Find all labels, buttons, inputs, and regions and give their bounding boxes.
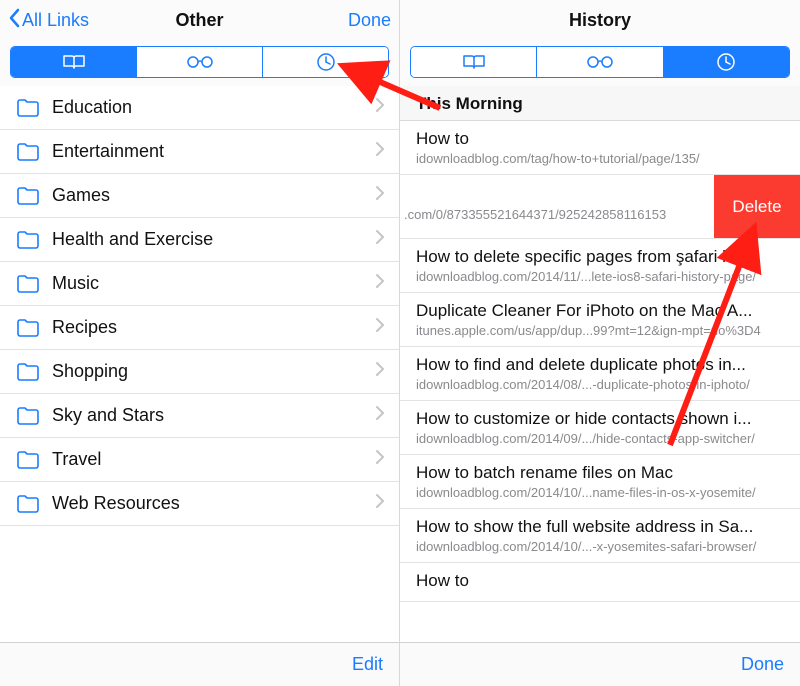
history-url: idownloadblog.com/2014/09/.../hide-conta… — [416, 431, 786, 446]
folder-icon — [16, 494, 44, 514]
back-label: All Links — [22, 10, 89, 31]
folder-label: Travel — [44, 449, 375, 470]
chevron-right-icon — [375, 97, 385, 118]
left-segmented-control — [10, 46, 389, 78]
folder-label: Education — [44, 97, 375, 118]
bookmarks-pane: All Links Other Done — [0, 0, 400, 686]
history-title: How to — [416, 571, 786, 591]
segment-readinglist[interactable] — [136, 47, 262, 77]
chevron-right-icon — [375, 229, 385, 250]
history-section-header: This Morning — [400, 86, 800, 121]
history-title: Duplicate Cleaner For iPhoto on the Mac … — [416, 301, 786, 321]
back-chevron-icon — [8, 8, 20, 33]
right-segmented-wrap — [400, 40, 800, 86]
folder-icon — [16, 450, 44, 470]
history-row[interactable]: How to delete specific pages from şafari… — [400, 239, 800, 293]
bookmark-folder-row[interactable]: Music — [0, 262, 399, 306]
history-row[interactable]: Duplicate Cleaner For iPhoto on the Mac … — [400, 293, 800, 347]
glasses-icon — [585, 55, 615, 69]
clock-icon — [716, 52, 736, 72]
folder-label: Shopping — [44, 361, 375, 382]
bookmark-folder-row[interactable]: Web Resources — [0, 482, 399, 526]
chevron-right-icon — [375, 185, 385, 206]
folder-icon — [16, 98, 44, 118]
bookmarks-list[interactable]: Education Entertainment Games Health and Ex… — [0, 86, 399, 642]
segment-history[interactable] — [663, 47, 789, 77]
delete-button[interactable]: Delete — [714, 175, 800, 238]
left-segmented-wrap — [0, 40, 399, 86]
folder-label: Sky and Stars — [44, 405, 375, 426]
folder-icon — [16, 318, 44, 338]
bookmarks-icon — [61, 53, 87, 71]
back-button[interactable]: All Links — [8, 8, 89, 33]
bookmark-folder-row[interactable]: Entertainment — [0, 130, 399, 174]
folder-label: Web Resources — [44, 493, 375, 514]
folder-icon — [16, 362, 44, 382]
right-toolbar: Done — [400, 642, 800, 686]
history-row[interactable]: How to customize or hide contacts shown … — [400, 401, 800, 455]
history-list[interactable]: This Morning How to idownloadblog.com/tag… — [400, 86, 800, 642]
history-row[interactable]: How to find and delete duplicate photos … — [400, 347, 800, 401]
chevron-right-icon — [375, 317, 385, 338]
folder-label: Recipes — [44, 317, 375, 338]
history-title: How to delete specific pages from şafari… — [416, 247, 786, 267]
segment-bookmarks[interactable] — [11, 47, 136, 77]
history-url: idownloadblog.com/2014/10/...name-files-… — [416, 485, 786, 500]
chevron-right-icon — [375, 141, 385, 162]
segment-bookmarks[interactable] — [411, 47, 536, 77]
right-done-button[interactable]: Done — [741, 654, 784, 675]
history-row[interactable]: How to show the full website address in … — [400, 509, 800, 563]
folder-icon — [16, 230, 44, 250]
bookmark-folder-row[interactable]: Health and Exercise — [0, 218, 399, 262]
history-url: idownloadblog.com/tag/how-to+tutorial/pa… — [416, 151, 786, 166]
folder-icon — [16, 406, 44, 426]
right-page-title: History — [400, 10, 800, 31]
history-pane: History — [400, 0, 800, 686]
history-row[interactable]: How to batch rename files on Mac idownloa… — [400, 455, 800, 509]
bookmark-folder-row[interactable]: Travel — [0, 438, 399, 482]
bookmark-folder-row[interactable]: Recipes — [0, 306, 399, 350]
folder-icon — [16, 274, 44, 294]
history-title: How to find and delete duplicate photos … — [416, 355, 786, 375]
history-url: idownloadblog.com/2014/08/...-duplicate-… — [416, 377, 786, 392]
left-toolbar: Edit — [0, 642, 399, 686]
edit-button[interactable]: Edit — [352, 654, 383, 675]
bookmark-folder-row[interactable]: Shopping — [0, 350, 399, 394]
left-done-button[interactable]: Done — [348, 10, 391, 31]
left-navbar: All Links Other Done — [0, 0, 399, 40]
glasses-icon — [185, 55, 215, 69]
bookmark-folder-row[interactable]: Education — [0, 86, 399, 130]
history-url: idownloadblog.com/2014/10/...-x-yosemite… — [416, 539, 786, 554]
chevron-right-icon — [375, 493, 385, 514]
bookmark-folder-row[interactable]: Games — [0, 174, 399, 218]
right-segmented-control — [410, 46, 790, 78]
chevron-right-icon — [375, 361, 385, 382]
history-title: How to — [416, 129, 786, 149]
history-row[interactable]: How to — [400, 563, 800, 602]
history-row[interactable]: .com/0/873355521644371/925242858116153De… — [400, 175, 800, 239]
folder-label: Music — [44, 273, 375, 294]
history-url: idownloadblog.com/2014/11/...lete-ios8-s… — [416, 269, 786, 284]
bookmarks-icon — [461, 53, 487, 71]
history-url: itunes.apple.com/us/app/dup...99?mt=12&i… — [416, 323, 786, 338]
right-navbar: History — [400, 0, 800, 40]
bookmark-folder-row[interactable]: Sky and Stars — [0, 394, 399, 438]
folder-icon — [16, 186, 44, 206]
history-title: How to customize or hide contacts shown … — [416, 409, 786, 429]
folder-label: Health and Exercise — [44, 229, 375, 250]
history-title: How to show the full website address in … — [416, 517, 786, 537]
folder-label: Entertainment — [44, 141, 375, 162]
chevron-right-icon — [375, 405, 385, 426]
clock-icon — [316, 52, 336, 72]
history-row[interactable]: How to idownloadblog.com/tag/how-to+tutor… — [400, 121, 800, 175]
chevron-right-icon — [375, 449, 385, 470]
segment-history[interactable] — [262, 47, 388, 77]
folder-label: Games — [44, 185, 375, 206]
folder-icon — [16, 142, 44, 162]
chevron-right-icon — [375, 273, 385, 294]
history-title: How to batch rename files on Mac — [416, 463, 786, 483]
segment-readinglist[interactable] — [536, 47, 662, 77]
